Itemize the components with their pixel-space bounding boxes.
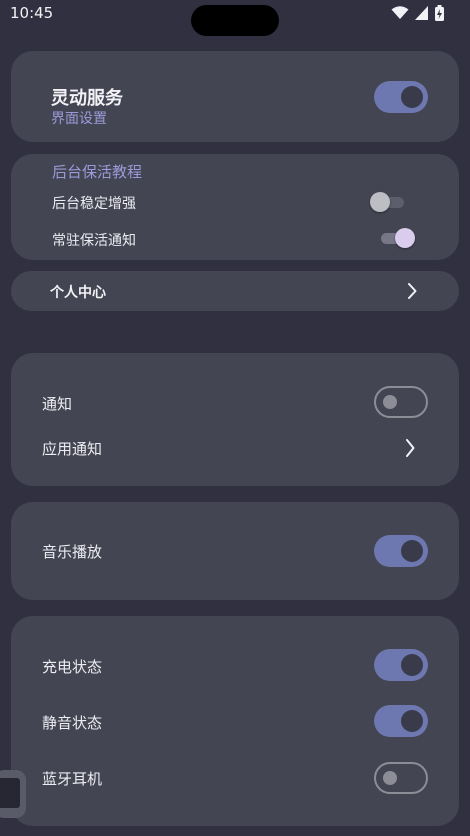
toggle-knob xyxy=(383,771,397,785)
page-subtitle[interactable]: 界面设置 xyxy=(51,108,107,128)
floating-app-thumbnail[interactable] xyxy=(0,770,26,818)
toggle-thumb xyxy=(395,228,415,248)
charging-status-toggle[interactable] xyxy=(374,649,428,681)
bluetooth-headset-toggle[interactable] xyxy=(374,762,428,794)
notification-card: 通知 应用通知 xyxy=(11,353,459,486)
charging-status-label: 充电状态 xyxy=(42,658,103,676)
wifi-icon xyxy=(391,6,409,19)
music-card: 音乐播放 xyxy=(11,502,459,600)
camera-cutout xyxy=(191,5,279,36)
toggle-knob xyxy=(401,710,423,732)
toggle-knob xyxy=(383,395,397,409)
keepalive-tutorial-link[interactable]: 后台保活教程 xyxy=(52,161,142,182)
personal-center-row[interactable]: 个人中心 xyxy=(11,271,459,311)
keepalive-notification-toggle[interactable] xyxy=(379,227,415,249)
thumbnail-preview xyxy=(0,778,20,808)
service-toggle[interactable] xyxy=(374,81,428,113)
keepalive-card: 后台保活教程 后台稳定增强 常驻保活通知 xyxy=(11,154,459,260)
toggle-thumb xyxy=(370,192,390,212)
music-playback-label: 音乐播放 xyxy=(42,543,103,561)
notification-label: 通知 xyxy=(42,395,73,413)
toggle-knob xyxy=(401,86,423,108)
background-stable-label: 后台稳定增强 xyxy=(52,196,136,212)
toggle-knob xyxy=(401,654,423,676)
chevron-right-icon xyxy=(406,439,415,457)
page-title: 灵动服务 xyxy=(51,88,123,109)
toggle-knob xyxy=(401,540,423,562)
header-card: 灵动服务 界面设置 xyxy=(11,51,459,142)
background-stable-toggle[interactable] xyxy=(370,191,406,213)
notification-toggle[interactable] xyxy=(374,386,428,418)
mute-status-toggle[interactable] xyxy=(374,705,428,737)
mute-status-label: 静音状态 xyxy=(42,714,103,732)
bluetooth-headset-label: 蓝牙耳机 xyxy=(42,770,103,788)
app-notification-row[interactable]: 应用通知 xyxy=(31,431,441,465)
music-playback-toggle[interactable] xyxy=(374,535,428,567)
signal-icon xyxy=(415,6,428,20)
battery-charging-icon xyxy=(435,5,444,21)
system-icons xyxy=(391,5,444,21)
app-notification-label: 应用通知 xyxy=(42,440,103,458)
chevron-right-icon xyxy=(408,283,417,299)
status-card: 充电状态 静音状态 蓝牙耳机 xyxy=(11,616,459,826)
status-time: 10:45 xyxy=(10,4,54,22)
keepalive-notification-label: 常驻保活通知 xyxy=(52,233,136,249)
personal-center-label: 个人中心 xyxy=(50,285,106,301)
status-bar: 10:45 xyxy=(0,0,470,36)
